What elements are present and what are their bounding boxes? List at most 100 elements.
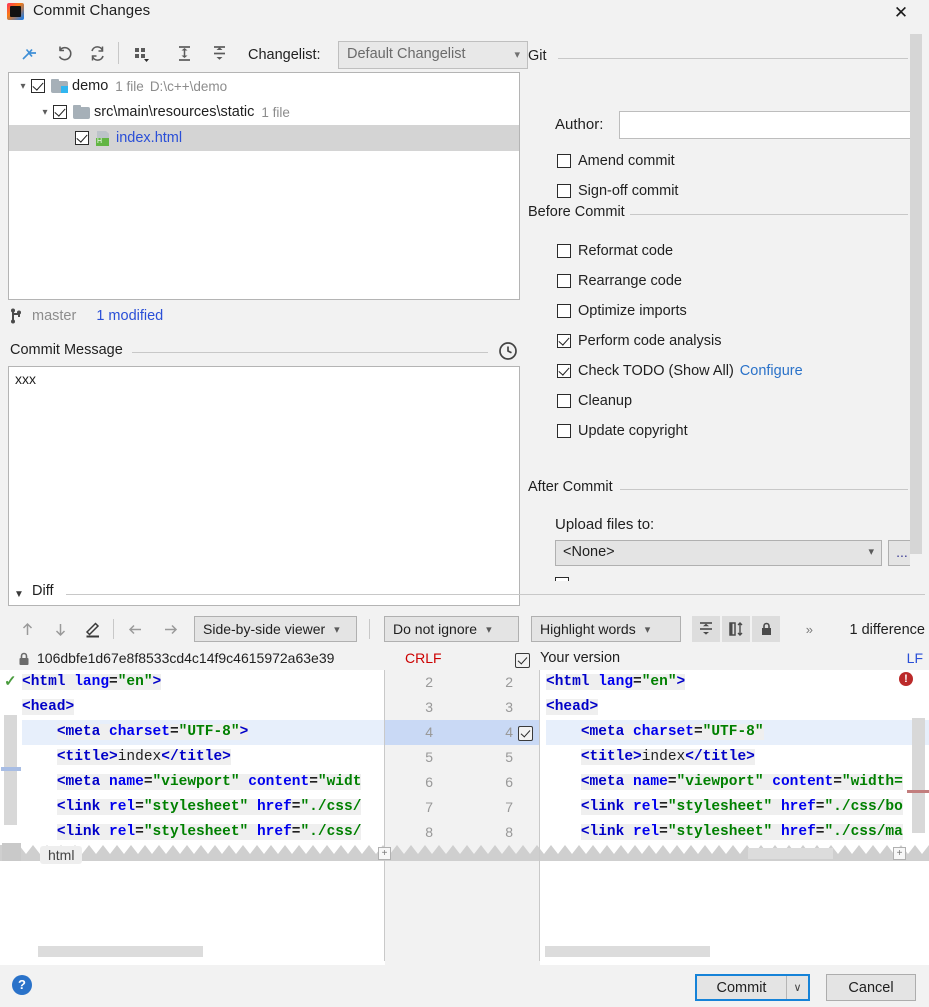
apply-right-icon[interactable] — [159, 615, 183, 643]
optimize-imports-label: Optimize imports — [578, 303, 687, 319]
your-version-checkbox[interactable] — [515, 653, 530, 668]
previous-difference-icon[interactable] — [15, 615, 39, 643]
right-vertical-scrollbar[interactable] — [912, 718, 925, 833]
right-line-number: 5 — [505, 749, 513, 765]
refresh-icon[interactable] — [84, 40, 110, 66]
expand-left-icon[interactable]: + — [378, 847, 391, 860]
options-scrollbar[interactable] — [910, 34, 922, 574]
toggle-columns-icon[interactable] — [722, 616, 750, 642]
breadcrumb[interactable]: html — [40, 846, 83, 864]
collapse-all-icon[interactable] — [206, 40, 232, 66]
chevron-down-icon[interactable]: ▾ — [37, 107, 53, 118]
left-horizontal-scrollbar[interactable] — [38, 946, 203, 957]
ignore-mode-select[interactable]: Do not ignore ▾ — [384, 616, 519, 642]
commit-button[interactable]: Commit — [697, 976, 786, 999]
update-copyright-label: Update copyright — [578, 423, 688, 439]
error-icon[interactable]: ! — [899, 672, 913, 686]
rearrange-code-checkbox[interactable]: Rearrange code — [557, 271, 682, 291]
left-line-number: 7 — [425, 799, 433, 815]
expand-all-icon[interactable] — [171, 40, 197, 66]
diff-titles-row: 106dbfe1d67e8f8533cd4c14f9c4615972a63e39… — [0, 648, 929, 670]
left-line-number: 5 — [425, 749, 433, 765]
tree-row-filecount: 1 file — [115, 78, 144, 94]
highlight-mode-select[interactable]: Highlight words ▾ — [531, 616, 681, 642]
folder-modified-icon — [51, 79, 68, 93]
line-number-row: 7 7 — [385, 795, 540, 820]
git-group-title: Git — [528, 48, 547, 64]
tree-row-filecount: 1 file — [261, 104, 290, 120]
checkbox-box — [557, 304, 571, 318]
changes-toolbar: Changelist: Default Changelist ▾ — [8, 36, 528, 70]
help-icon[interactable]: ? — [12, 975, 32, 995]
code-line: <link rel="stylesheet" href="./css/ma — [580, 824, 903, 840]
perform-code-analysis-checkbox[interactable]: Perform code analysis — [557, 331, 721, 351]
right-line-separator[interactable]: LF — [907, 650, 923, 666]
commit-options-pane: Git Author: Amend commit Sign-off commit… — [524, 26, 929, 581]
viewer-mode-select[interactable]: Side-by-side viewer ▾ — [194, 616, 357, 642]
tree-row-checkbox[interactable] — [75, 131, 89, 145]
checkbox-box — [557, 364, 571, 378]
lock-icon[interactable] — [752, 616, 780, 642]
reformat-code-checkbox[interactable]: Reformat code — [557, 241, 673, 261]
upload-target-select[interactable]: <None> ▾ — [555, 540, 882, 566]
configure-todo-link[interactable]: Configure — [740, 363, 803, 379]
commit-message-header: Commit Message — [10, 342, 520, 362]
edit-source-icon[interactable] — [81, 615, 105, 643]
line-number-row: 5 5 — [385, 745, 540, 770]
revert-icon[interactable] — [51, 40, 77, 66]
expand-toolbar-icon[interactable]: » — [806, 622, 813, 637]
changelist-label: Changelist: — [248, 47, 321, 63]
right-line-number: 2 — [505, 674, 513, 690]
perform-code-analysis-label: Perform code analysis — [578, 333, 722, 349]
collapse-unchanged-icon[interactable] — [692, 616, 720, 642]
window-title: Commit Changes — [33, 2, 151, 19]
next-difference-icon[interactable] — [48, 615, 72, 643]
code-line: <link rel="stylesheet" href="./css/ — [56, 824, 362, 840]
tree-row[interactable]: H index.html — [9, 125, 519, 151]
right-mini-scroll[interactable] — [748, 848, 833, 859]
collapse-triangle-icon[interactable]: ▼ — [14, 589, 24, 600]
author-input[interactable] — [619, 111, 916, 139]
left-line-number: 4 — [425, 724, 433, 740]
tree-row[interactable]: ▾ demo 1 file D:\c++\demo — [9, 73, 519, 99]
code-line: <html lang="en"> — [22, 674, 162, 690]
amend-commit-checkbox[interactable]: Amend commit — [557, 151, 675, 171]
chevron-down-icon: ▾ — [644, 623, 651, 636]
commit-dropdown-icon[interactable]: ∨ — [786, 976, 808, 999]
tree-row-checkbox[interactable] — [31, 79, 45, 93]
tree-row[interactable]: ▾ src\main\resources\static 1 file — [9, 99, 519, 125]
changelist-value: Default Changelist — [347, 46, 466, 62]
check-todo-checkbox[interactable]: Check TODO (Show All) Configure — [557, 361, 803, 381]
gutter-empty — [385, 861, 540, 961]
branch-modified-count[interactable]: 1 modified — [96, 308, 163, 324]
left-line-separator: CRLF — [405, 650, 442, 666]
update-copyright-checkbox[interactable]: Update copyright — [557, 421, 688, 441]
group-by-icon[interactable] — [128, 40, 154, 66]
right-horizontal-scrollbar[interactable] — [545, 946, 710, 957]
chevron-down-icon[interactable]: ▾ — [15, 81, 31, 92]
author-label: Author: — [555, 116, 604, 133]
close-icon[interactable]: ✕ — [881, 0, 921, 26]
expand-right-icon[interactable]: + — [893, 847, 906, 860]
apply-left-icon[interactable] — [123, 615, 147, 643]
commit-button-group: Commit ∨ — [695, 974, 810, 1001]
checkbox-box — [557, 394, 571, 408]
cancel-button[interactable]: Cancel — [826, 974, 916, 1001]
partial-option-checkbox[interactable] — [555, 577, 569, 581]
tree-row-checkbox[interactable] — [53, 105, 67, 119]
clock-history-icon[interactable] — [497, 340, 519, 362]
commit-message-input[interactable]: xxx — [8, 366, 520, 606]
show-diff-icon[interactable] — [16, 40, 42, 66]
changes-tree[interactable]: ▾ demo 1 file D:\c++\demo ▾ src\main\res… — [8, 72, 520, 300]
branch-name[interactable]: master — [32, 308, 76, 324]
code-line: <meta name="viewport" content="widt — [56, 774, 362, 790]
cleanup-checkbox[interactable]: Cleanup — [557, 391, 632, 411]
pane-divider — [384, 670, 385, 961]
sign-off-commit-checkbox[interactable]: Sign-off commit — [557, 181, 678, 201]
line-number-row: 3 3 — [385, 695, 540, 720]
checkbox-box — [557, 244, 571, 258]
branch-status: master 1 modified — [10, 306, 163, 326]
scrollbar-thumb[interactable] — [910, 34, 922, 554]
optimize-imports-checkbox[interactable]: Optimize imports — [557, 301, 687, 321]
changelist-select[interactable]: Default Changelist ▾ — [338, 41, 528, 69]
